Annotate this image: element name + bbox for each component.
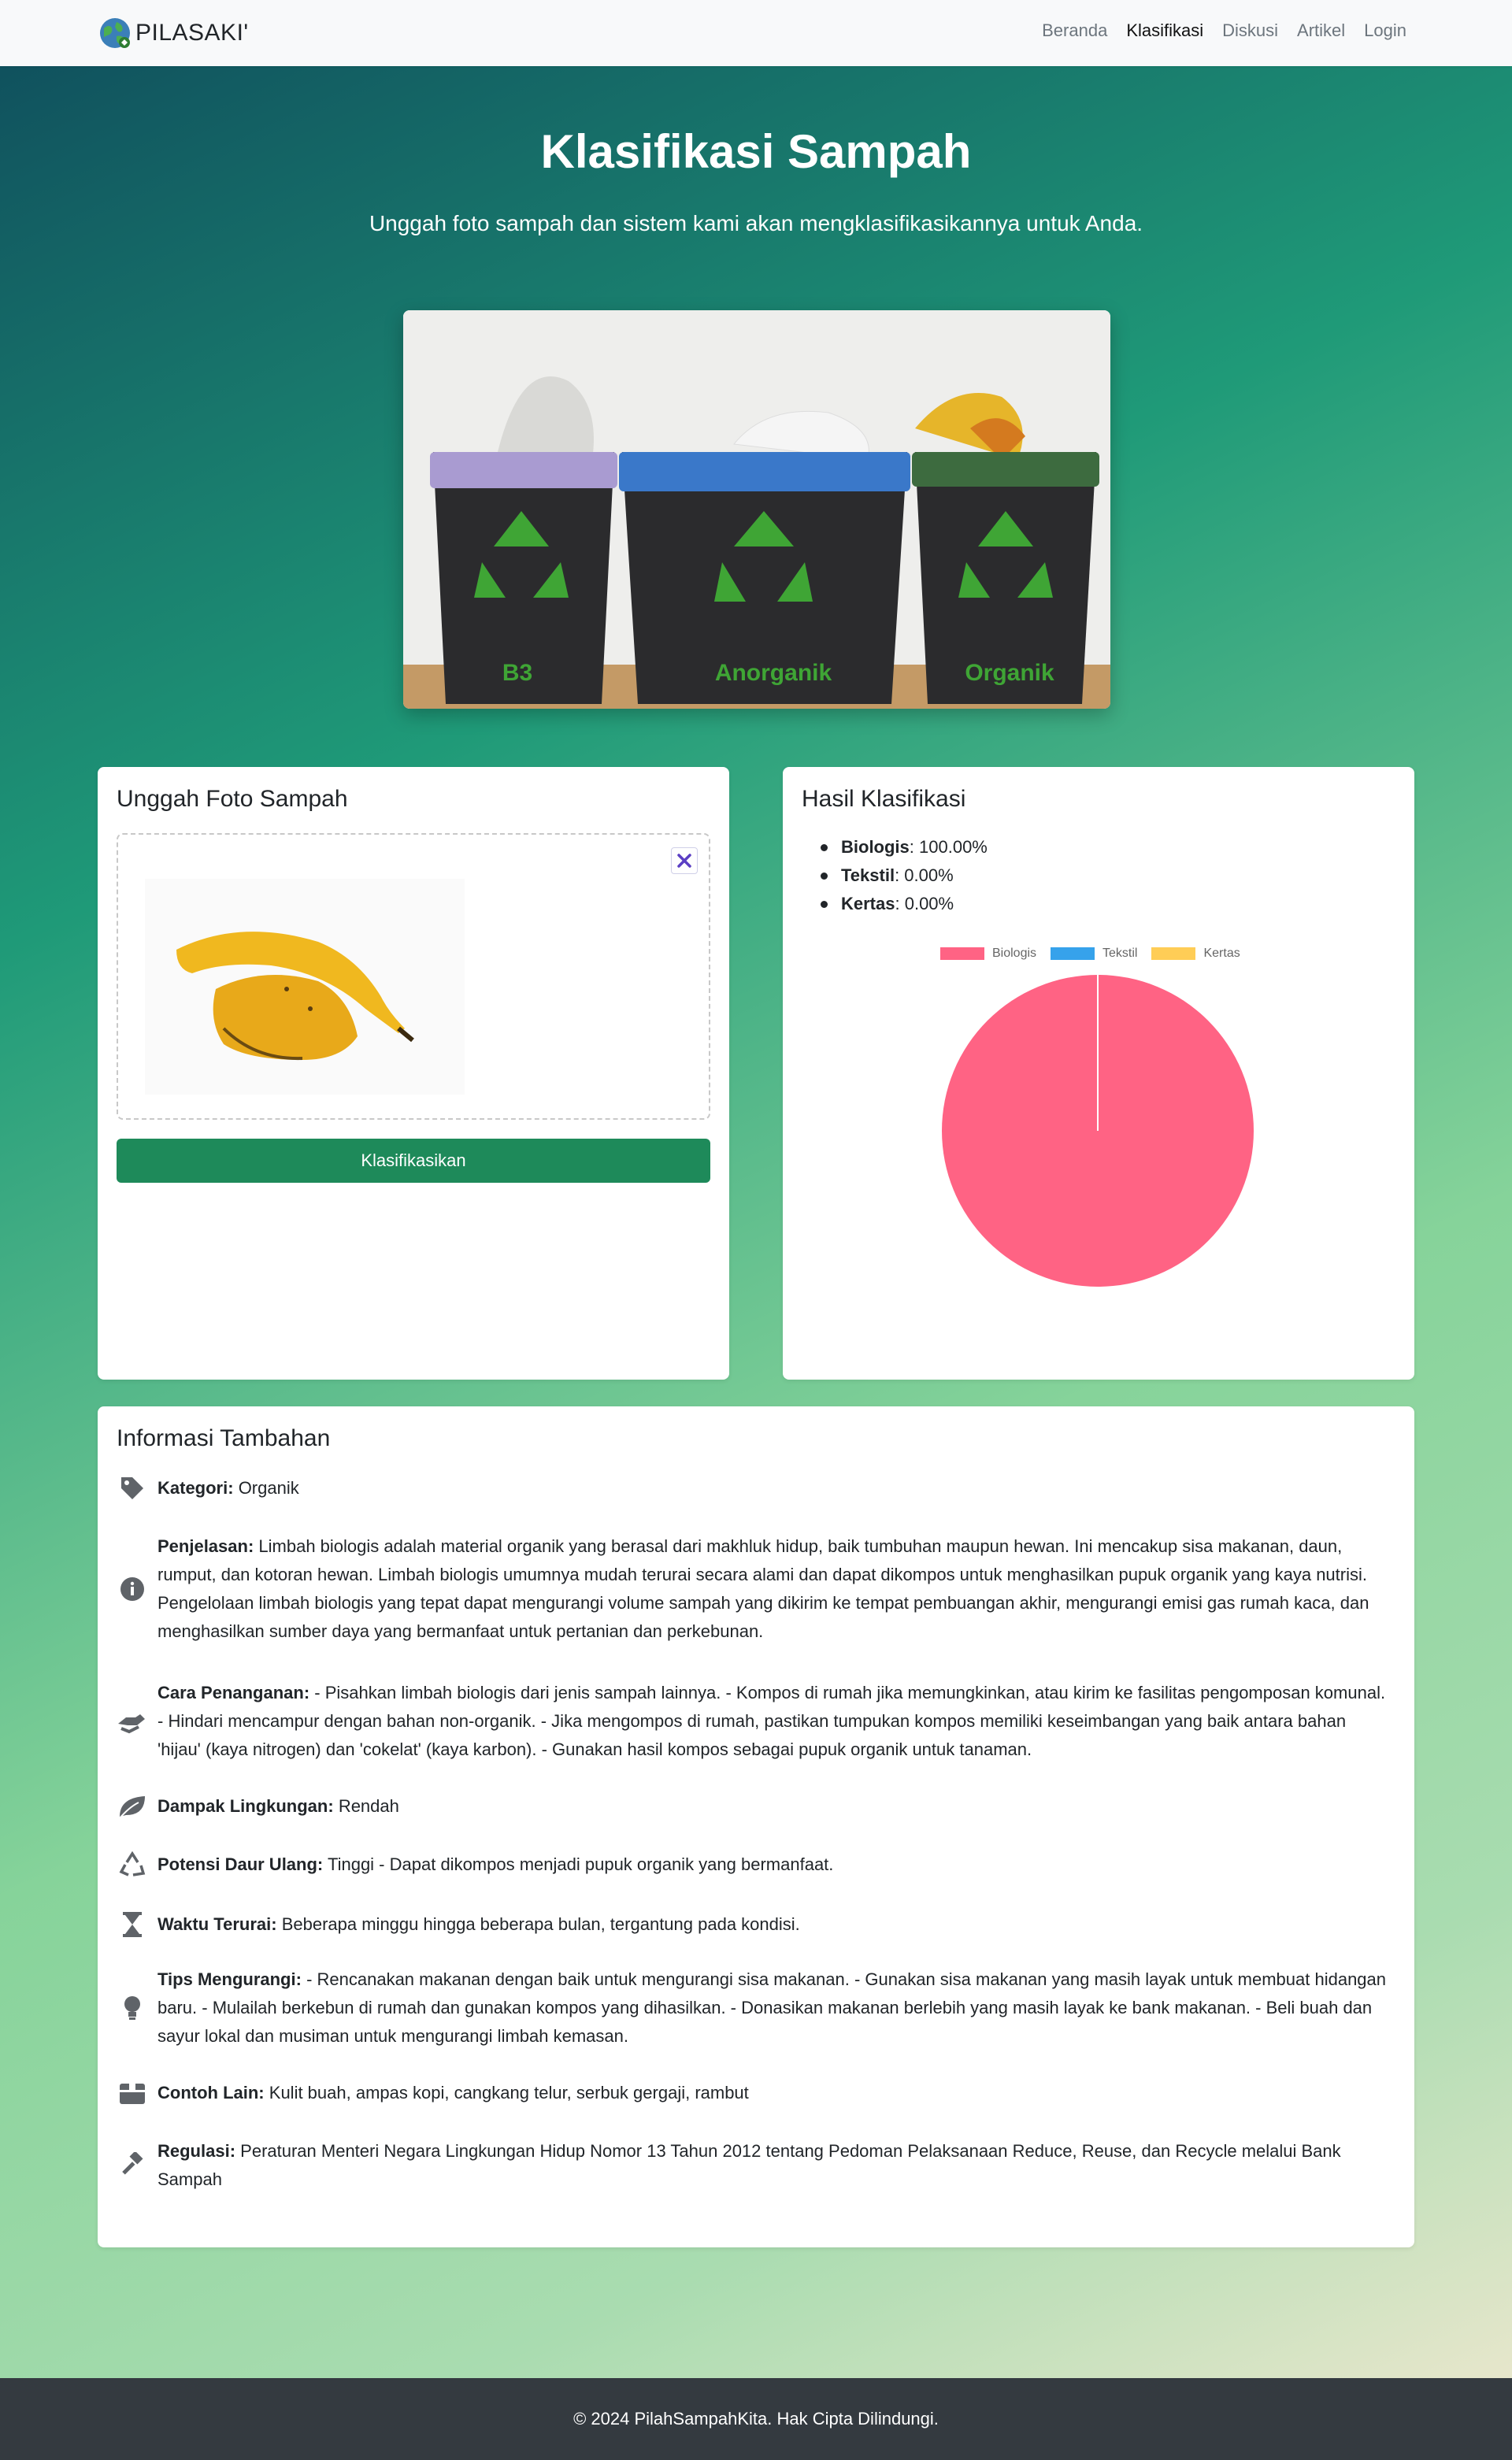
legend-item-kertas[interactable]: Kertas: [1151, 947, 1240, 961]
info-icon: [117, 1573, 148, 1605]
box-icon: [117, 2077, 148, 2109]
legend-label: Tekstil: [1102, 947, 1138, 960]
info-row-waktu-terurai: Waktu Terurai: Beberapa minggu hingga be…: [117, 1909, 1392, 1940]
footer: © 2024 PilahSampahKita. Hak Cipta Dilind…: [0, 2378, 1512, 2460]
info-card: Informasi Tambahan Kategori: Organik Pen…: [98, 1406, 1414, 2247]
legend-swatch: [1051, 947, 1095, 960]
info-row-contoh-lain: Contoh Lain: Kulit buah, ampas kopi, can…: [117, 2077, 1392, 2109]
waste-bins-illustration: B3 Anorganik Organik: [403, 310, 1110, 709]
info-card-title: Informasi Tambahan: [117, 1425, 331, 1451]
gavel-icon: [117, 2150, 148, 2181]
result-list: Biologis: 100.00% Tekstil: 0.00% Kertas:…: [821, 833, 988, 918]
result-item: Tekstil: 0.00%: [821, 861, 988, 890]
uploaded-image-preview: [145, 879, 465, 1095]
brand-name: PILASAKI': [135, 20, 249, 46]
bin-label-anorganik: Anorganik: [715, 660, 832, 686]
nav-link-login[interactable]: Login: [1364, 20, 1406, 41]
info-row-tips: Tips Mengurangi: - Rencanakan makanan de…: [117, 1965, 1392, 2051]
lightbulb-icon: [117, 1992, 148, 2024]
nav-link-diskusi[interactable]: Diskusi: [1222, 20, 1278, 41]
bin-label-organik: Organik: [965, 660, 1054, 686]
hands-icon: [117, 1706, 148, 1737]
clear-image-button[interactable]: [671, 847, 698, 874]
nav-link-beranda[interactable]: Beranda: [1042, 20, 1107, 41]
legend-label: Kertas: [1203, 947, 1240, 960]
brand[interactable]: PILASAKI': [98, 16, 249, 50]
result-item: Biologis: 100.00%: [821, 833, 988, 861]
globe-logo-icon: [100, 18, 130, 48]
leaf-icon: [117, 1791, 148, 1822]
chart-legend: Biologis Tekstil Kertas: [940, 947, 1240, 961]
result-card: Hasil Klasifikasi Biologis: 100.00% Teks…: [783, 767, 1414, 1380]
info-row-cara-penanganan: Cara Penanganan: - Pisahkan limbah biolo…: [117, 1679, 1392, 1764]
result-card-title: Hasil Klasifikasi: [802, 786, 966, 812]
legend-item-biologis[interactable]: Biologis: [940, 947, 1036, 961]
result-item: Kertas: 0.00%: [821, 890, 988, 918]
hourglass-icon: [117, 1909, 148, 1940]
classification-pie-chart: [942, 975, 1254, 1287]
upload-card-title: Unggah Foto Sampah: [117, 786, 348, 812]
upload-dropzone[interactable]: [117, 833, 710, 1120]
navbar: PILASAKI' Beranda Klasifikasi Diskusi Ar…: [0, 0, 1512, 66]
close-icon: [677, 854, 691, 868]
classify-button[interactable]: Klasifikasikan: [117, 1139, 710, 1183]
upload-card: Unggah Foto Sampah Klasifikasikan: [98, 767, 729, 1380]
legend-label: Biologis: [992, 947, 1037, 960]
tag-icon: [117, 1473, 148, 1504]
legend-swatch: [940, 947, 984, 960]
recycle-icon: [117, 1849, 148, 1880]
legend-item-tekstil[interactable]: Tekstil: [1051, 947, 1137, 961]
nav-links: Beranda Klasifikasi Diskusi Artikel Logi…: [1042, 20, 1406, 41]
info-row-dampak: Dampak Lingkungan: Rendah: [117, 1791, 1392, 1822]
hero-image: B3 Anorganik Organik: [403, 310, 1110, 709]
info-row-kategori: Kategori: Organik: [117, 1473, 1392, 1504]
bin-label-b3: B3: [502, 660, 532, 686]
footer-copyright: © 2024 PilahSampahKita. Hak Cipta Dilind…: [573, 2409, 939, 2429]
page-subtitle: Unggah foto sampah dan sistem kami akan …: [369, 211, 1143, 235]
info-row-regulasi: Regulasi: Peraturan Menteri Negara Lingk…: [117, 2137, 1392, 2194]
banana-peel-image: [145, 879, 465, 1095]
info-row-daur-ulang: Potensi Daur Ulang: Tinggi - Dapat dikom…: [117, 1849, 1392, 1880]
legend-swatch: [1151, 947, 1196, 960]
page-title: Klasifikasi Sampah: [540, 125, 972, 178]
info-row-penjelasan: Penjelasan: Limbah biologis adalah mater…: [117, 1532, 1392, 1646]
nav-link-artikel[interactable]: Artikel: [1297, 20, 1345, 41]
nav-link-klasifikasi[interactable]: Klasifikasi: [1126, 20, 1203, 41]
